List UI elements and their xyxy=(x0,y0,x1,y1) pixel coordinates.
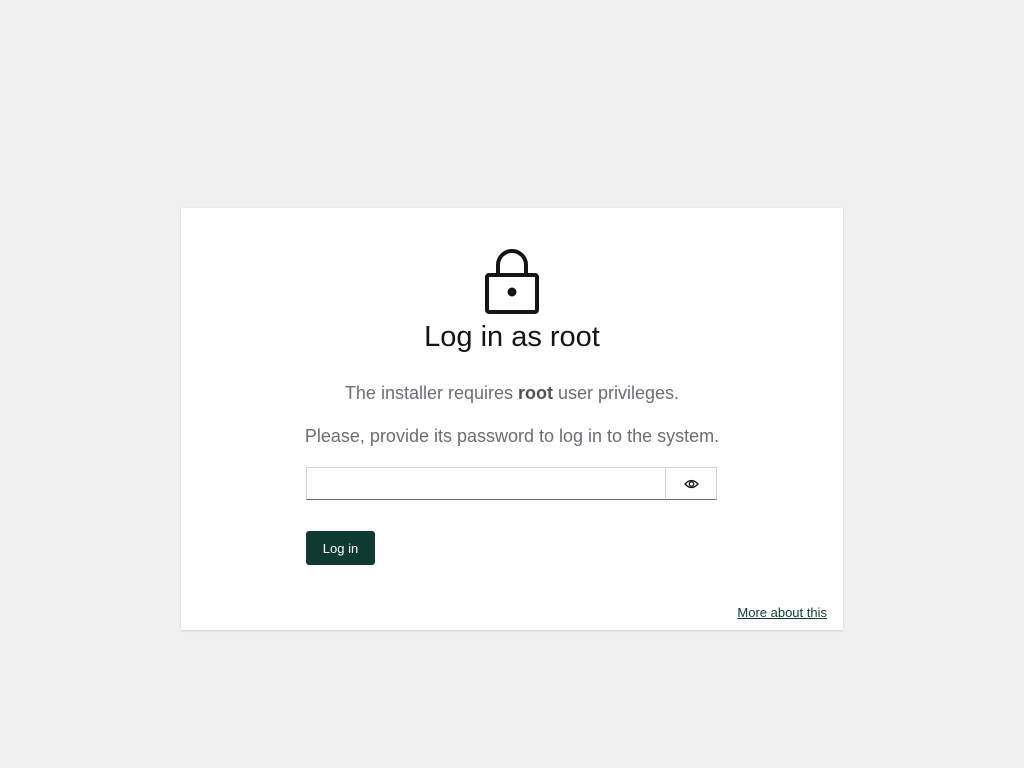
login-card: Log in as root The installer requires ro… xyxy=(181,208,843,630)
description-suffix: user privileges. xyxy=(553,383,680,403)
privileges-description: The installer requires root user privile… xyxy=(181,381,843,405)
root-user-label: root xyxy=(518,383,553,403)
page-title: Log in as root xyxy=(424,321,600,353)
password-input[interactable] xyxy=(306,467,665,500)
lock-icon xyxy=(485,249,539,314)
more-about-this-link[interactable]: More about this xyxy=(737,604,827,622)
password-instruction: Please, provide its password to log in t… xyxy=(304,426,720,446)
show-password-button[interactable] xyxy=(665,467,717,500)
eye-icon xyxy=(683,479,699,488)
description-prefix: The installer requires xyxy=(344,383,518,403)
login-button[interactable]: Log in xyxy=(306,531,375,565)
password-input-group xyxy=(306,467,717,500)
